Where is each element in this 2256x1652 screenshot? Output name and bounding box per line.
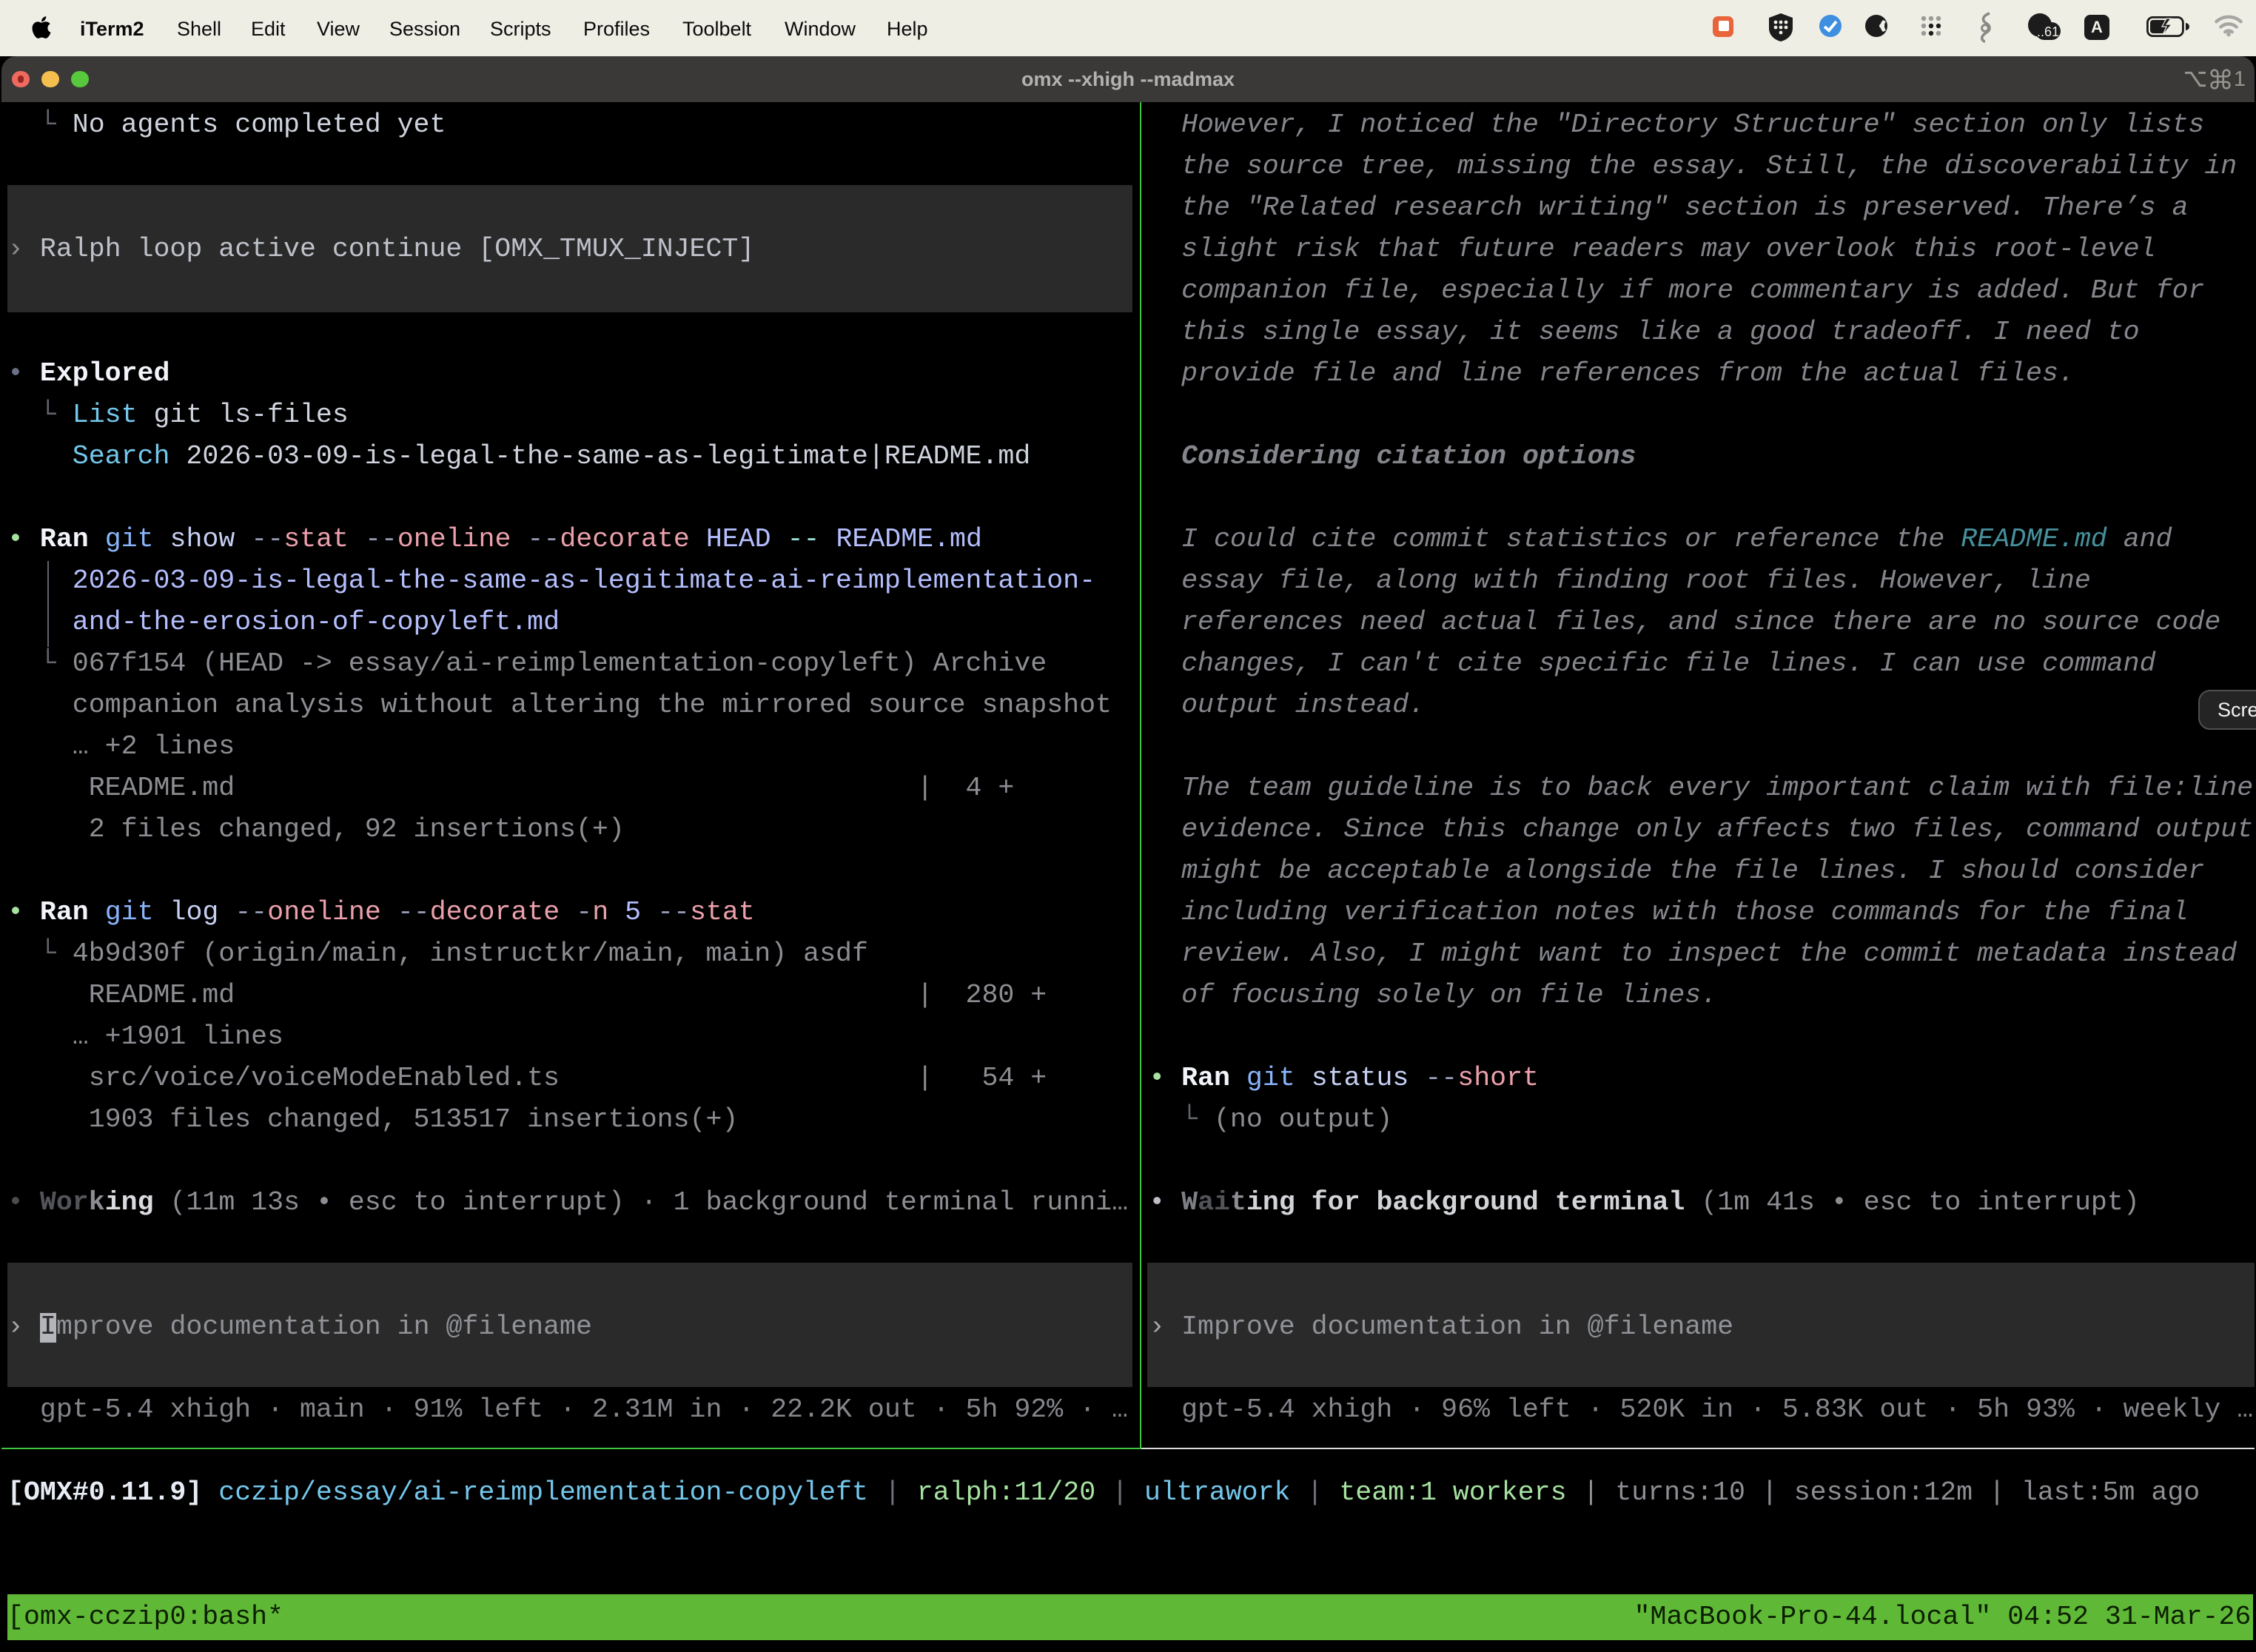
svg-text:..61: ..61 <box>2037 24 2059 39</box>
